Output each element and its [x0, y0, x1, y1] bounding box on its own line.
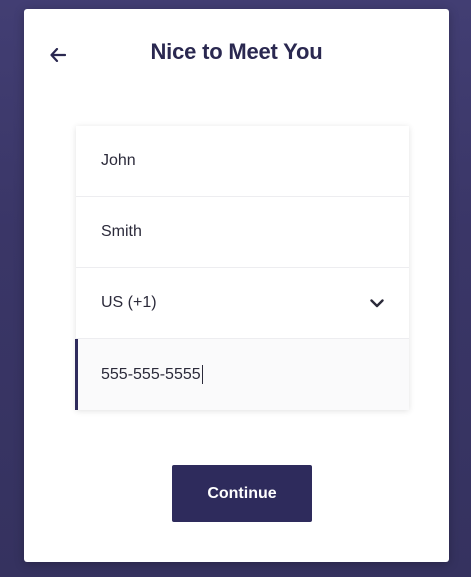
country-code-value: US (+1)	[101, 294, 157, 311]
first-name-value: John	[101, 152, 136, 169]
last-name-value: Smith	[101, 223, 142, 240]
country-code-select[interactable]: US (+1)	[76, 268, 409, 339]
text-caret	[201, 365, 203, 384]
chevron-down-icon	[369, 295, 385, 311]
first-name-field[interactable]: John	[76, 126, 409, 197]
page-title: Nice to Meet You	[150, 39, 323, 64]
phone-number-field[interactable]: 555-555-5555	[75, 339, 409, 410]
focus-indicator	[75, 339, 78, 410]
signup-dialog: Nice to Meet You John Smith US (+1) 555-…	[24, 9, 449, 562]
contact-form: John Smith US (+1) 555-555-5555	[75, 126, 409, 410]
phone-number-value: 555-555-5555	[101, 365, 201, 383]
last-name-field[interactable]: Smith	[76, 197, 409, 268]
continue-button[interactable]: Continue	[172, 465, 312, 522]
